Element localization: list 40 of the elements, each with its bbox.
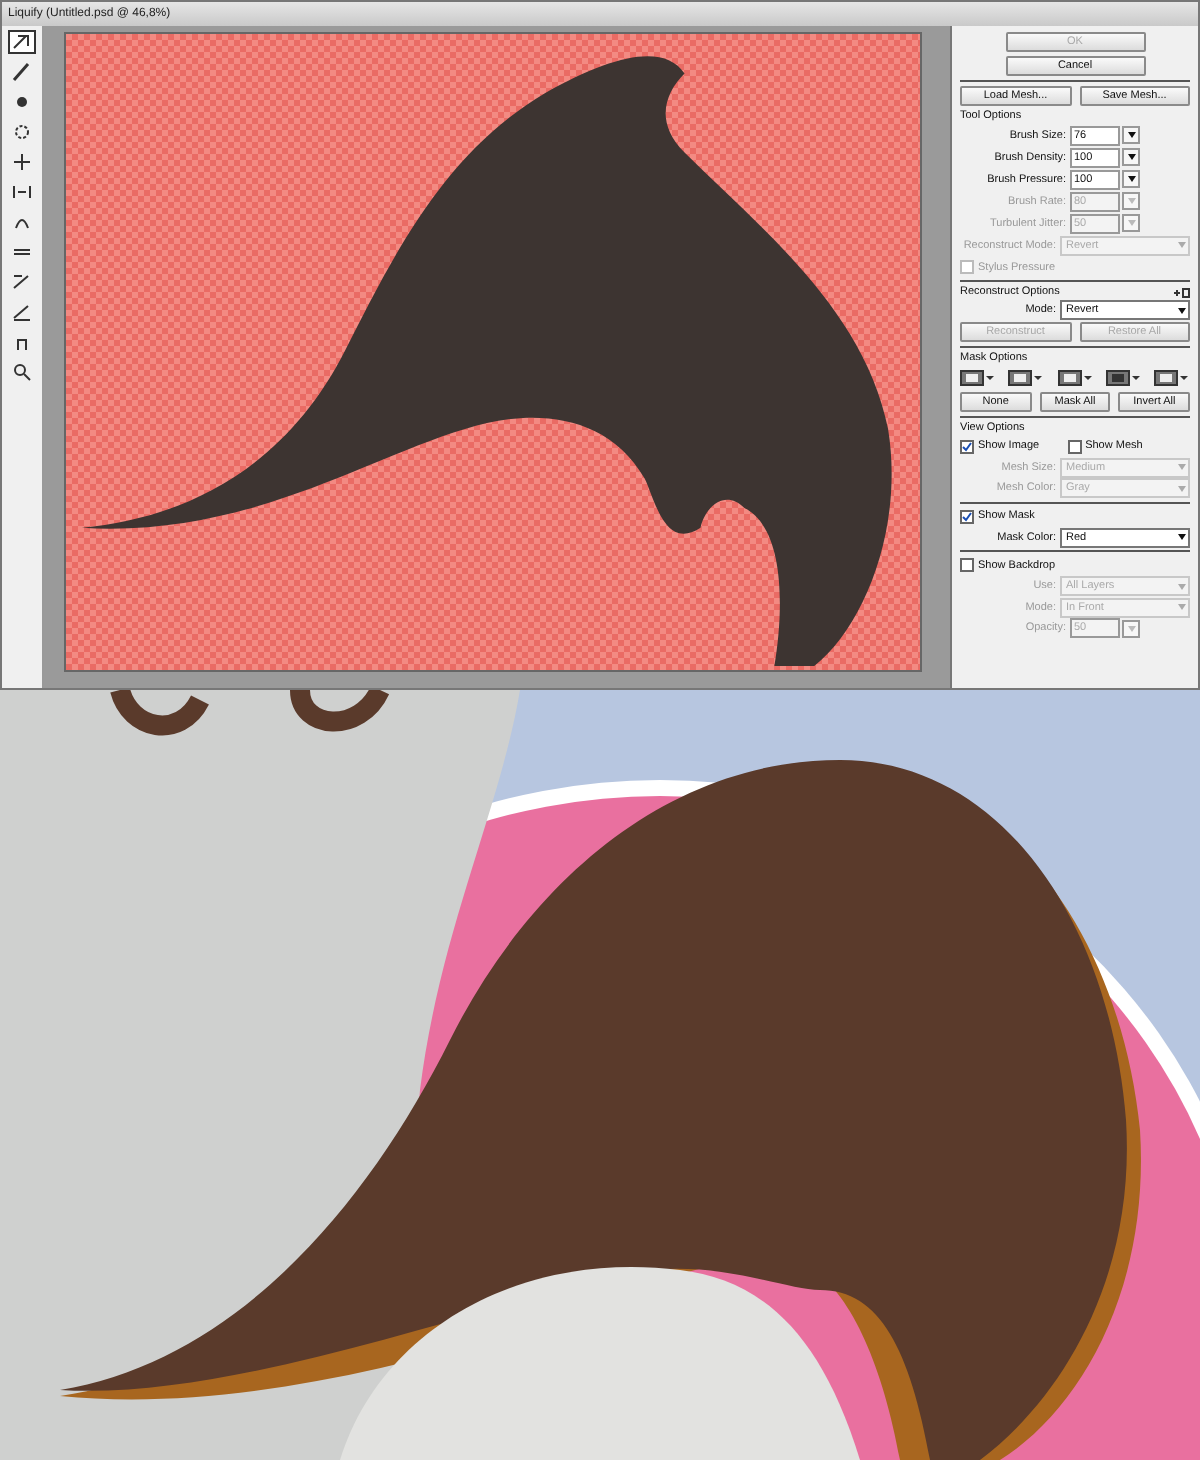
arrow-pencil-icon: [12, 32, 32, 52]
tool-button[interactable]: [8, 150, 36, 174]
caret-icon: [1178, 242, 1186, 248]
dropdown-button[interactable]: [1122, 126, 1140, 144]
caret-icon: [1178, 307, 1186, 313]
checkbox[interactable]: [960, 558, 974, 572]
caret-icon: [1178, 464, 1186, 470]
caret-icon: [1178, 604, 1186, 610]
checkbox[interactable]: [960, 439, 974, 453]
caret-icon: [1127, 132, 1135, 138]
caret-icon: [1127, 176, 1135, 182]
caret-icon: [1178, 583, 1186, 589]
dot-icon: [12, 92, 32, 112]
check-icon: [962, 441, 972, 451]
tool-button[interactable]: [8, 360, 36, 384]
mask-mode-button[interactable]: [960, 369, 996, 387]
zoom-icon: [12, 362, 32, 382]
mask-mode-button[interactable]: [1057, 369, 1093, 387]
mask-mode-button[interactable]: [1008, 369, 1045, 387]
caret-icon: [1127, 625, 1135, 631]
checkbox[interactable]: [960, 509, 974, 523]
caret-icon: [1178, 534, 1186, 540]
mask-mode-button[interactable]: [1105, 369, 1142, 387]
mask-mode-button[interactable]: [1154, 369, 1190, 387]
bars-icon: [12, 182, 32, 202]
caret-icon: [1127, 154, 1135, 160]
plus-grid-icon: [1174, 287, 1190, 297]
brush-icon: [12, 62, 32, 82]
tool-button[interactable]: [8, 180, 36, 204]
cross-arrows-icon: [12, 152, 32, 172]
caret-icon: [1178, 485, 1186, 491]
tool-button[interactable]: [8, 300, 36, 324]
dashed-circle-icon: [12, 122, 32, 142]
check-icon: [962, 511, 972, 521]
dropdown-button[interactable]: [1122, 170, 1140, 188]
checkbox[interactable]: [1067, 439, 1082, 453]
tool-button[interactable]: [8, 30, 36, 54]
caret-icon: [1127, 198, 1135, 204]
caret-icon: [1127, 220, 1135, 226]
dropdown-button[interactable]: [1122, 148, 1140, 166]
